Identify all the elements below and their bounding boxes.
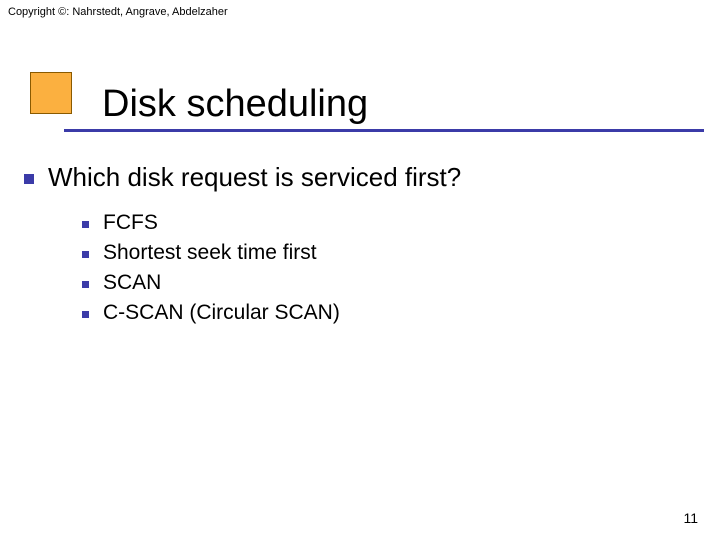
title-underline	[64, 129, 704, 132]
title-block: Disk scheduling	[30, 70, 704, 132]
item-text: FCFS	[103, 211, 158, 235]
title-bar-wrap: Disk scheduling	[64, 70, 704, 132]
body-content: Which disk request is serviced first? FC…	[24, 162, 690, 331]
list-item: Shortest seek time first	[82, 241, 690, 265]
item-text: Shortest seek time first	[103, 241, 317, 265]
square-bullet-icon	[82, 221, 89, 228]
square-bullet-icon	[82, 311, 89, 318]
slide-title: Disk scheduling	[64, 85, 704, 129]
square-bullet-icon	[82, 251, 89, 258]
list-item: FCFS	[82, 211, 690, 235]
list-item: C-SCAN (Circular SCAN)	[82, 301, 690, 325]
square-bullet-icon	[24, 174, 34, 184]
bullet-level1: Which disk request is serviced first?	[24, 162, 690, 193]
page-number: 11	[683, 510, 698, 526]
square-bullet-icon	[82, 281, 89, 288]
question-text: Which disk request is serviced first?	[48, 162, 461, 193]
item-text: C-SCAN (Circular SCAN)	[103, 301, 340, 325]
sublist: FCFS Shortest seek time first SCAN C-SCA…	[82, 211, 690, 325]
copyright-line: Copyright ©: Nahrstedt, Angrave, Abdelza…	[8, 6, 228, 18]
item-text: SCAN	[103, 271, 161, 295]
list-item: SCAN	[82, 271, 690, 295]
